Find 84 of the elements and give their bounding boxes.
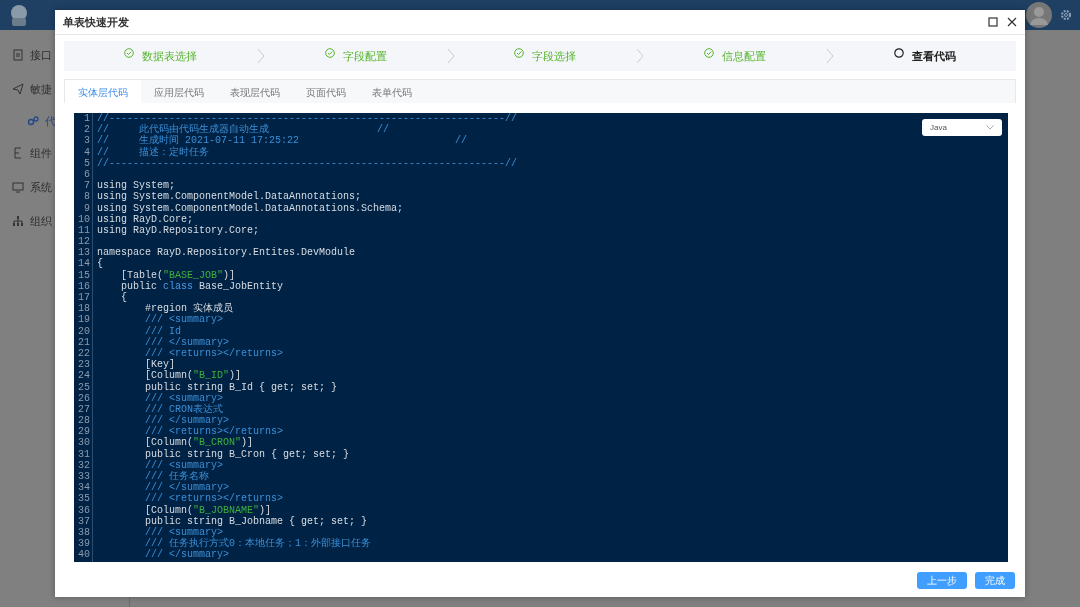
code-line: {	[97, 258, 103, 270]
line-number: 34	[77, 482, 90, 494]
code-line: /// </summary>	[144, 415, 230, 427]
line-number: 12	[77, 236, 90, 248]
code-line: /// </summary>	[144, 549, 230, 561]
code-line: /// <summary>	[144, 459, 224, 471]
code-line: /// </summary>	[144, 336, 230, 348]
step-label: 字段配置	[342, 48, 387, 64]
code-line: /// Id	[144, 325, 181, 337]
code-line: /// 任务名称	[144, 471, 209, 482]
step-label: 查看代码	[912, 48, 957, 64]
code-line: // 此代码由代码生成器自动生成 //	[97, 124, 390, 136]
line-number: 33	[77, 471, 90, 483]
line-number: 25	[77, 381, 90, 393]
code-line: /// <returns></returns>	[144, 347, 284, 359]
line-number: 31	[77, 448, 90, 460]
line-number: 27	[77, 403, 90, 416]
code-line: /// CRON表达式	[144, 403, 223, 415]
code-line: public string B_Id { get; set; }	[144, 381, 338, 393]
code-line: /// <returns></returns>	[144, 426, 284, 438]
code-line: /// <returns></returns>	[144, 493, 284, 505]
line-number: 21	[77, 336, 90, 348]
code-line: using RayD.Core;	[97, 213, 193, 225]
line-number: 13	[77, 247, 90, 259]
line-number: 32	[77, 459, 90, 471]
line-number: 10	[77, 213, 90, 225]
code-line: using RayD.Repository.Core;	[97, 224, 260, 237]
line-number: 22	[77, 347, 90, 360]
code-line: //------------------------------------------------------------------//	[97, 113, 518, 124]
line-number: 23	[77, 359, 90, 371]
line-number: 26	[77, 392, 90, 404]
line-number: 9	[83, 202, 90, 214]
line-number: 39	[77, 538, 90, 550]
line-number: 14	[77, 258, 90, 270]
line-number: 38	[77, 526, 90, 539]
code-line: /// <summary>	[144, 314, 224, 326]
line-number: 4	[83, 146, 90, 158]
line-number: 18	[77, 303, 90, 315]
code-line: // 描述：定时任务	[97, 146, 209, 158]
line-number: 19	[77, 314, 90, 326]
code-line: public string B_Jobname { get; set; }	[144, 515, 368, 527]
line-number: 2	[83, 124, 90, 136]
line-number: 6	[83, 168, 90, 181]
code-line: using System;	[97, 180, 175, 192]
line-number: 1	[83, 113, 90, 125]
line-number: 8	[83, 191, 90, 203]
code-line: public string B_Cron { get; set; }	[144, 448, 350, 460]
line-number: 7	[83, 180, 90, 192]
line-number: 28	[77, 415, 90, 427]
code-line: /// </summary>	[144, 482, 230, 494]
line-number: 24	[77, 370, 90, 382]
code-line: [Table("BASE_JOB")]	[120, 269, 236, 281]
code-line: [Key]	[144, 359, 175, 371]
code-line: [Column("B_CRON")]	[144, 437, 254, 449]
code-line: /// <summary>	[144, 526, 224, 538]
line-number: 16	[77, 280, 90, 292]
line-number: 29	[77, 426, 90, 438]
code-line: using System.ComponentModel.DataAnnotations.Schema;	[97, 202, 404, 214]
line-number: 5	[83, 157, 90, 169]
line-number: 35	[77, 493, 90, 505]
code-line: namespace RayD.Repository.Entites.DevModule	[97, 247, 356, 259]
line-number: 15	[77, 269, 90, 281]
code-line: #region 实体成员	[144, 303, 233, 315]
line-number: 37	[77, 515, 90, 527]
code-line: using System.ComponentModel.DataAnnotations;	[97, 191, 362, 203]
code-line: [Column("B_JOBNAME")]	[144, 504, 272, 516]
code-line: // 生成时间 2021-07-11 17:25:22 //	[97, 135, 468, 147]
line-number: 11	[77, 224, 90, 237]
step-label: 字段选择	[532, 48, 577, 64]
code-line: /// <summary>	[144, 392, 224, 404]
line-number: 17	[77, 292, 90, 304]
code-line: /// 任务执行方式0：本地任务；1：外部接口任务	[144, 538, 371, 550]
step-label: 信息配置	[722, 48, 767, 64]
line-number: 20	[77, 325, 90, 337]
code-line: public class Base_JobEntity	[120, 280, 284, 292]
line-number: 30	[77, 437, 90, 449]
code-line: {	[120, 292, 127, 304]
line-number: 3	[83, 135, 90, 147]
code-line: [Column("B_ID")]	[144, 370, 242, 382]
line-number: 36	[77, 504, 90, 516]
dialog-title: 单表快速开发	[63, 14, 130, 30]
code-line: //------------------------------------------------------------------//	[97, 157, 518, 169]
step-label: 数据表选择	[141, 48, 197, 64]
line-number: 40	[77, 549, 90, 561]
